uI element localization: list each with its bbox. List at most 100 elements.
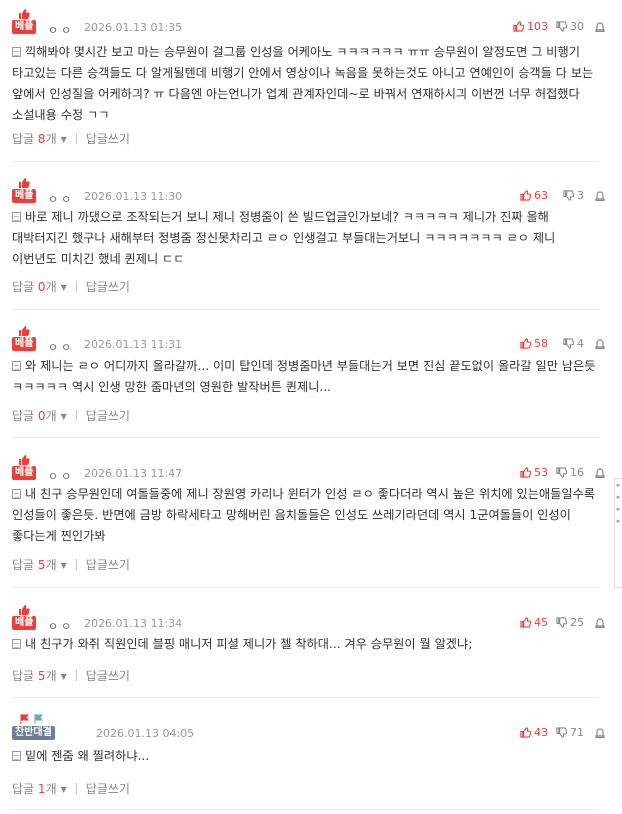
comment-body: 바로 제니 까댔으로 조작되는거 보니 제니 정병줌이 쓴 빌드업글인가보네? … [12,210,556,266]
reply-toggle[interactable]: 답글 1개 ▼ [12,782,67,796]
dislike-count: 4 [577,337,584,350]
dislike-button[interactable]: 71 [556,726,584,739]
write-reply-button[interactable]: 답글쓰기 [86,782,130,796]
author-name[interactable]: ㅇㅇ [48,339,74,355]
side-scroll-tab[interactable]: ▸ ▸ ▸ ▸ [614,478,622,588]
chevron-down-icon: ▼ [60,785,67,794]
debate-badge: 찬반대결 [12,714,56,742]
author-name[interactable]: ㅇㅇ [48,468,74,484]
divider [75,410,77,421]
document-icon [12,361,21,371]
comment-date: 2026.01.13 11:47 [84,467,183,480]
reply-toggle[interactable]: 답글 5개 ▼ [12,558,67,572]
best-badge-label: 베플 [12,337,37,351]
reply-unit: 개 [45,409,57,423]
divider [75,133,77,144]
siren-icon[interactable] [594,616,606,628]
comment-separator [12,587,599,588]
thumbs-down-icon [563,190,575,201]
reply-count: 0 [37,409,46,423]
debate-badge-label: 찬반대결 [12,726,55,740]
siren-icon[interactable] [594,189,606,201]
thumbs-up-icon [19,455,30,465]
author-name[interactable]: ㅇㅇ [48,22,74,38]
comment-date: 2026.01.13 11:34 [84,617,183,630]
comment-date: 2026.01.13 11:30 [84,190,183,203]
comment-separator [12,437,599,438]
like-button[interactable]: 63 [520,189,548,202]
dislike-count: 25 [570,616,584,629]
comment-body: 밑에 젠줌 왜 찔려하냐... [25,749,150,763]
thumbs-up-icon [513,21,525,32]
siren-icon[interactable] [594,726,606,738]
thumbs-up-icon [19,605,30,615]
chevron-down-icon: ▼ [60,135,67,144]
reply-unit: 개 [45,280,57,294]
write-reply-button[interactable]: 답글쓰기 [86,132,130,146]
side-tab-mark: ▸ [616,481,621,489]
reply-unit: 개 [45,558,57,572]
comment-text: 내 친구 승무원인데 여돌들중에 제니 장원영 카리나 윈터가 인성 ㄹㅇ 좋다… [12,484,596,547]
comment-separator [12,809,599,810]
siren-icon[interactable] [594,466,606,478]
comment-meta: 베플 ㅇㅇ 2026.01.13 11:31 58 4 [12,326,606,355]
best-badge-label: 베플 [12,616,37,630]
comment-text: 바로 제니 까댔으로 조작되는거 보니 제니 정병줌이 쓴 빌드업글인가보네? … [12,207,596,270]
siren-icon[interactable] [594,337,606,349]
dislike-button[interactable]: 16 [556,466,584,479]
reply-label: 답글 [12,669,35,683]
comment-text: 밑에 젠줌 왜 찔려하냐... [12,746,596,767]
write-reply-button[interactable]: 답글쓰기 [86,669,130,683]
reply-count: 5 [37,669,46,683]
flag-icon [20,714,30,724]
like-count: 45 [534,616,548,629]
comment-body: 와 제니는 ㄹㅇ 어디까지 올라갈까... 이미 탑인데 정병줌마년 부들대는거… [12,359,596,394]
comment-body: 끽해봐야 몇시간 보고 마는 승무원이 걸그룹 인성을 어케아노 ㅋㅋㅋㅋㅋㅋ … [12,45,594,122]
document-icon [12,47,21,57]
reply-toggle[interactable]: 답글 5개 ▼ [12,669,67,683]
thumbs-up-icon [520,338,532,349]
dislike-button[interactable]: 4 [563,337,584,350]
like-button[interactable]: 58 [520,337,548,350]
reply-toggle[interactable]: 답글 8개 ▼ [12,132,67,146]
chevron-down-icon: ▼ [60,412,67,421]
reply-label: 답글 [12,132,35,146]
reply-count: 0 [37,280,46,294]
author-name[interactable]: ㅇㅇ [48,191,74,207]
comment-actions: 답글 1개 ▼ 답글쓰기 [12,780,130,797]
author-name[interactable]: ㅇㅇ [48,618,74,634]
write-reply-button[interactable]: 답글쓰기 [86,280,130,294]
best-badge: 베플 [12,8,42,36]
comment-meta: 베플 ㅇㅇ 2026.01.13 11:30 63 3 [12,178,606,207]
siren-icon[interactable] [594,20,606,32]
comment-actions: 답글 8개 ▼ 답글쓰기 [12,130,130,147]
reply-toggle[interactable]: 답글 0개 ▼ [12,280,67,294]
reply-toggle[interactable]: 답글 0개 ▼ [12,409,67,423]
dislike-count: 3 [577,189,584,202]
dislike-button[interactable]: 3 [563,189,584,202]
best-badge-label: 베플 [12,466,37,480]
dislike-button[interactable]: 30 [556,20,584,33]
comment-meta: 베플 ㅇㅇ 2026.01.13 11:34 45 25 [12,605,606,634]
like-button[interactable]: 53 [520,466,548,479]
thumbs-down-icon [556,21,568,32]
comment-separator [12,161,599,162]
comment-body: 내 친구 승무원인데 여돌들중에 제니 장원영 카리나 윈터가 인성 ㄹㅇ 좋다… [12,487,596,543]
like-count: 63 [534,189,548,202]
comment-date: 2026.01.13 11:31 [84,338,183,351]
write-reply-button[interactable]: 답글쓰기 [86,558,130,572]
comment-actions: 답글 0개 ▼ 답글쓰기 [12,278,130,295]
thumbs-down-icon [556,467,568,478]
best-badge: 베플 [12,325,42,353]
comment-body: 내 친구가 와쥐 직원인데 블핑 매니저 피셜 제니가 젤 착하대... 겨우 … [25,637,473,651]
reply-count: 5 [37,558,46,572]
reply-unit: 개 [45,669,57,683]
like-button[interactable]: 43 [520,726,548,739]
dislike-button[interactable]: 25 [556,616,584,629]
side-tab-mark: ▸ [616,505,621,513]
write-reply-button[interactable]: 답글쓰기 [86,409,130,423]
like-button[interactable]: 45 [520,616,548,629]
like-button[interactable]: 103 [513,20,548,33]
reply-label: 답글 [12,558,35,572]
like-count: 58 [534,337,548,350]
